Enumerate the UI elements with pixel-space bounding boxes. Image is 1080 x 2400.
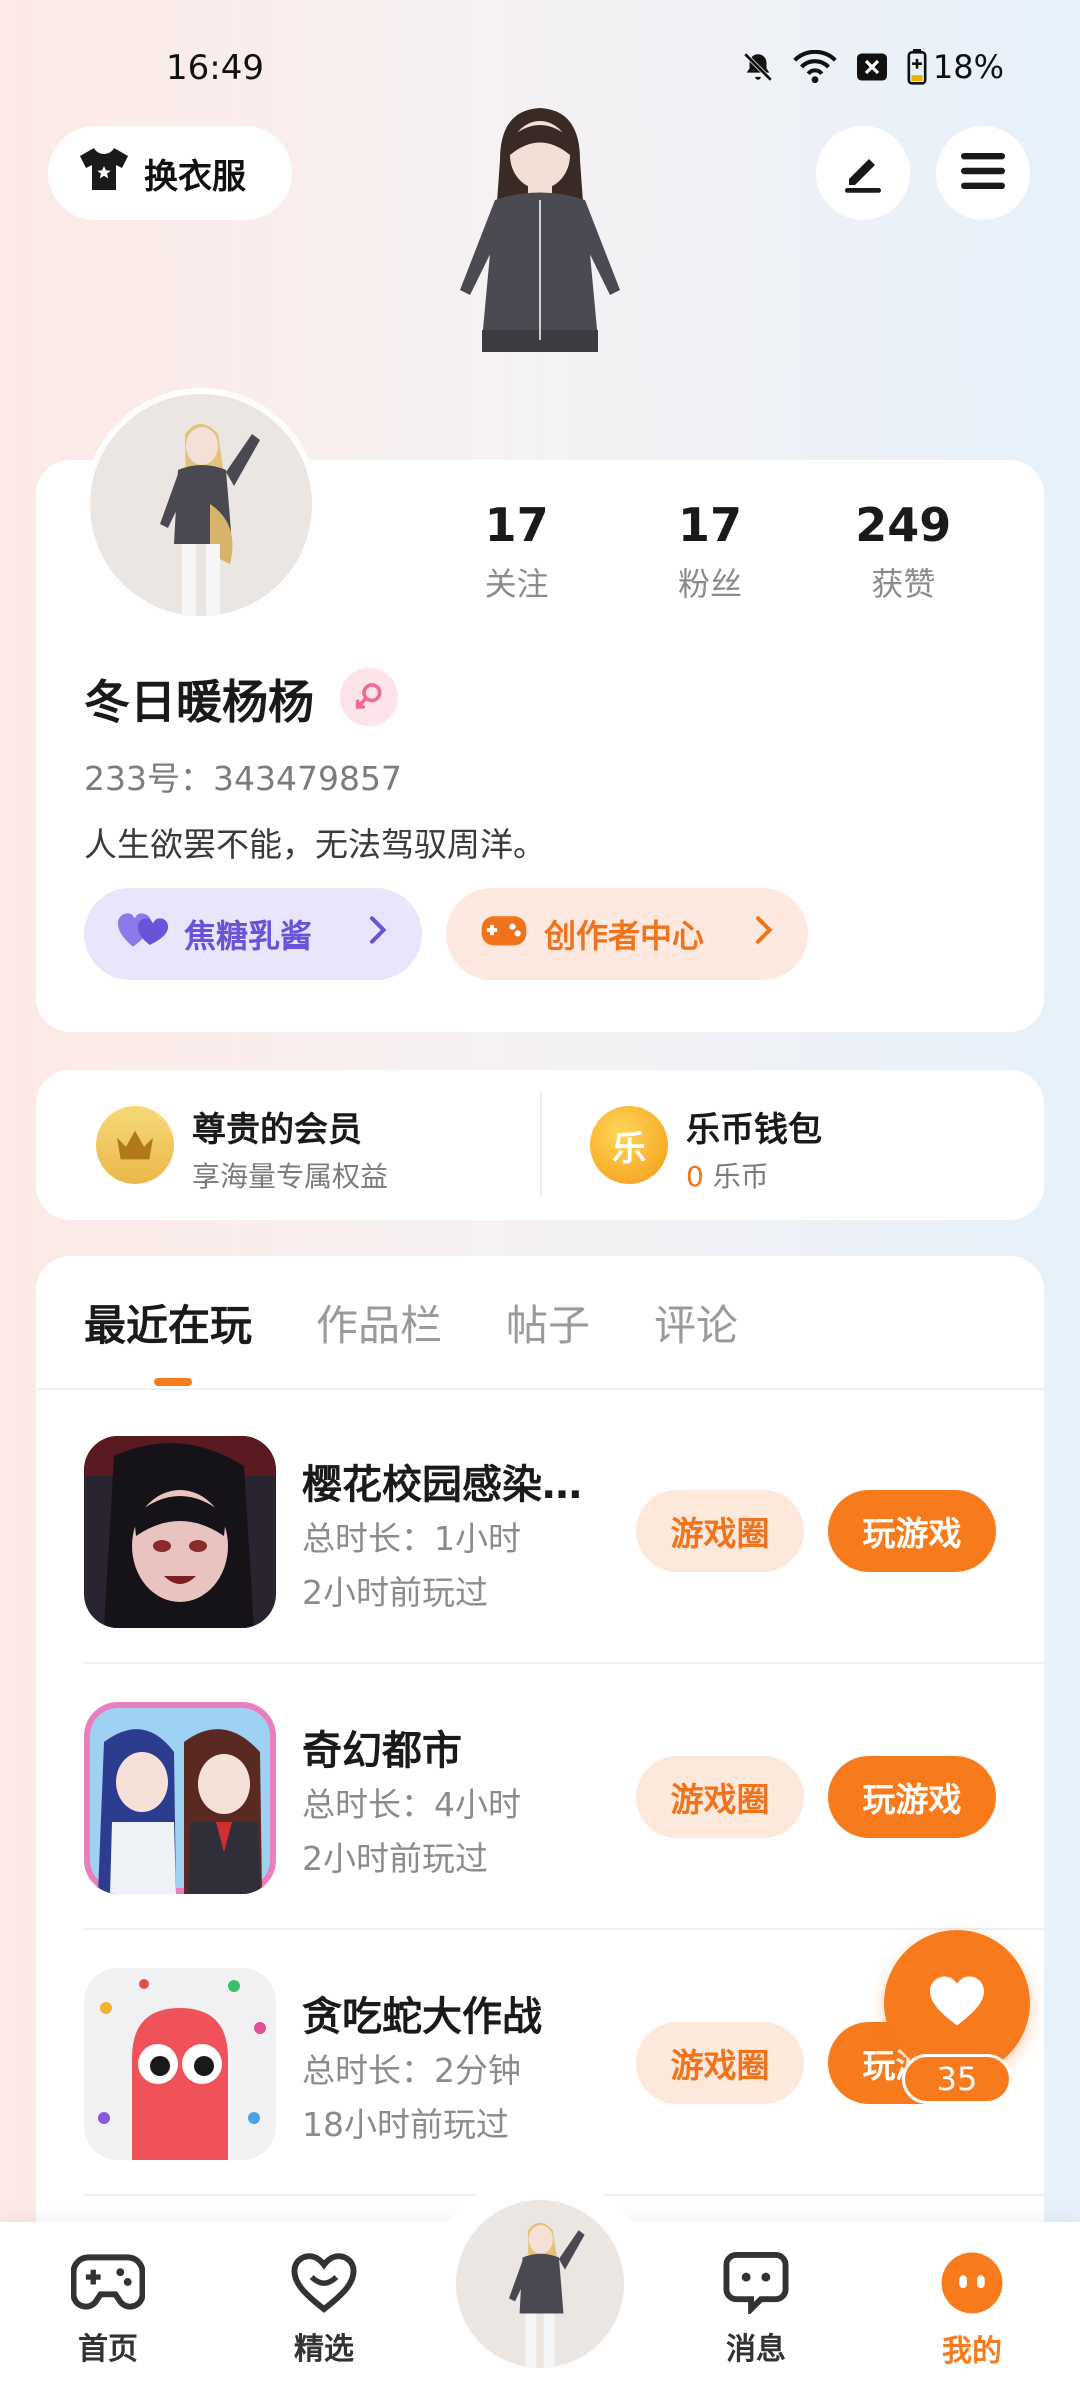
status-icons: 18% — [741, 48, 1004, 86]
double-heart-icon — [118, 910, 168, 958]
crown-icon — [96, 1106, 174, 1184]
menu-button[interactable] — [936, 126, 1030, 220]
stat-followers[interactable]: 17 粉丝 — [613, 500, 806, 605]
change-outfit-label: 换衣服 — [144, 156, 246, 197]
tab-works[interactable]: 作品栏 — [316, 1292, 442, 1353]
stat-value: 17 — [677, 498, 742, 552]
edit-button[interactable] — [816, 126, 910, 220]
stat-value: 17 — [484, 498, 549, 552]
change-outfit-button[interactable]: 换衣服 — [48, 126, 292, 220]
game-thumbnail — [84, 1968, 276, 2160]
mute-bell-icon — [741, 50, 775, 84]
vip-subtitle: 享海量专属权益 — [192, 1160, 389, 1193]
stat-label: 获赞 — [871, 564, 936, 603]
wallet-balance: 0 乐币 — [686, 1155, 822, 1195]
hamburger-menu-icon — [959, 151, 1007, 195]
gamepad-icon — [480, 911, 528, 957]
gamepad-outline-icon — [70, 2250, 146, 2318]
tab-posts[interactable]: 帖子 — [506, 1292, 590, 1353]
no-sim-icon — [855, 52, 889, 82]
divider — [36, 1388, 1044, 1390]
profile-tabs: 最近在玩 作品栏 帖子 评论 — [84, 1292, 738, 1353]
play-game-button[interactable]: 玩游戏 — [828, 1490, 996, 1572]
game-last-played: 2小时前玩过 — [302, 1839, 488, 1878]
divider — [84, 1662, 1044, 1664]
female-gender-icon — [340, 668, 398, 726]
creator-center-label: 创作者中心 — [544, 917, 705, 955]
nav-avatar-button[interactable] — [456, 2200, 624, 2368]
nav-label: 我的 — [942, 2334, 1002, 2369]
nav-home[interactable]: 首页 — [38, 2250, 178, 2368]
game-duration: 总时长：2分钟 — [302, 2051, 521, 2090]
game-thumbnail — [84, 1436, 276, 1628]
vip-entry[interactable]: 尊贵的会员 享海量专属权益 — [192, 1102, 388, 1195]
bio: 人生欲罢不能，无法驾驭周洋。 — [84, 825, 546, 864]
tab-indicator — [154, 1378, 192, 1386]
tshirt-icon — [78, 146, 130, 201]
wifi-icon — [793, 50, 837, 84]
wallet-unit: 乐币 — [712, 1160, 769, 1193]
caramel-badge-label: 焦糖乳酱 — [184, 917, 313, 955]
creator-center-button[interactable]: 创作者中心 — [446, 888, 808, 980]
nav-label: 精选 — [294, 2332, 354, 2367]
wallet-amount: 0 — [686, 1160, 704, 1193]
divider — [540, 1092, 542, 1196]
nav-mine[interactable]: 我的 — [902, 2250, 1042, 2370]
game-name: 奇幻都市 — [302, 1728, 462, 1774]
game-circle-button[interactable]: 游戏圈 — [636, 1490, 804, 1572]
nav-featured[interactable]: 精选 — [254, 2250, 394, 2368]
game-duration: 总时长：4小时 — [302, 1785, 521, 1824]
heart-icon — [927, 1974, 987, 2032]
profile-stats: 17 关注 17 粉丝 249 获赞 — [420, 500, 1000, 605]
pencil-icon — [839, 147, 887, 199]
game-thumbnail — [84, 1702, 276, 1894]
stat-following[interactable]: 17 关注 — [420, 500, 613, 605]
tab-recently-played[interactable]: 最近在玩 — [84, 1292, 252, 1353]
user-id: 233号：343479857 — [84, 759, 402, 798]
status-time: 16:49 — [166, 48, 264, 88]
coin-icon: 乐 — [590, 1106, 668, 1184]
heart-outline-icon — [289, 2250, 359, 2318]
nav-label: 首页 — [78, 2332, 138, 2367]
like-count: 35 — [902, 2054, 1012, 2104]
stat-label: 关注 — [484, 564, 549, 603]
tab-comments[interactable]: 评论 — [654, 1292, 738, 1353]
face-icon — [939, 2250, 1005, 2320]
game-circle-button[interactable]: 游戏圈 — [636, 1756, 804, 1838]
wallet-entry[interactable]: 乐币钱包 0 乐币 — [686, 1102, 822, 1195]
avatar-3d-figure[interactable] — [440, 100, 640, 480]
stat-value: 249 — [855, 498, 952, 552]
game-circle-button[interactable]: 游戏圈 — [636, 2022, 804, 2104]
caramel-badge-button[interactable]: 焦糖乳酱 — [84, 888, 422, 980]
stat-likes[interactable]: 249 获赞 — [807, 500, 1000, 605]
battery-percent: 18% — [932, 48, 1004, 86]
battery-indicator: 18% — [907, 48, 1004, 86]
list-item[interactable]: 樱花校园感染… 总时长：1小时 2小时前玩过 游戏圈 玩游戏 — [84, 1436, 1044, 1664]
nav-messages[interactable]: 消息 — [686, 2250, 826, 2368]
chevron-right-icon — [752, 915, 774, 953]
nav-label: 消息 — [726, 2332, 786, 2367]
divider — [84, 1928, 1044, 1930]
list-item[interactable]: 奇幻都市 总时长：4小时 2小时前玩过 游戏圈 玩游戏 — [84, 1702, 1044, 1930]
stat-label: 粉丝 — [677, 564, 742, 603]
wallet-title: 乐币钱包 — [686, 1110, 822, 1150]
battery-icon — [907, 49, 927, 85]
chat-bubble-icon — [721, 2250, 791, 2318]
game-name: 贪吃蛇大作战 — [302, 1994, 542, 2040]
play-game-button[interactable]: 玩游戏 — [828, 1756, 996, 1838]
game-duration: 总时长：1小时 — [302, 1519, 521, 1558]
game-last-played: 2小时前玩过 — [302, 1573, 488, 1612]
game-last-played: 18小时前玩过 — [302, 2105, 509, 2144]
game-name: 樱花校园感染… — [302, 1462, 582, 1508]
nickname: 冬日暖杨杨 — [84, 675, 314, 729]
vip-title: 尊贵的会员 — [192, 1110, 362, 1150]
chevron-right-icon — [366, 915, 388, 953]
avatar[interactable] — [84, 388, 318, 622]
